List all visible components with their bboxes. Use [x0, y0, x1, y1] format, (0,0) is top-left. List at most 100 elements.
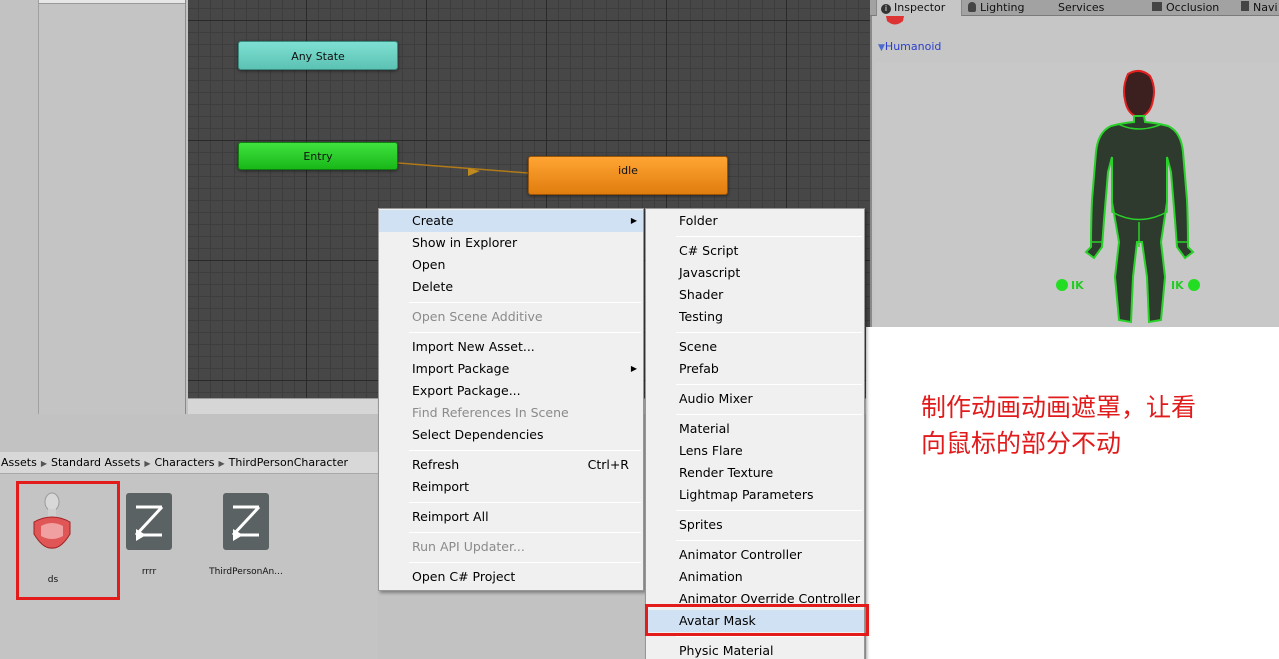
menu-item-run-api-updater: Run API Updater... [412, 539, 525, 554]
menu-divider [676, 332, 862, 333]
menu-item-show-in-explorer[interactable]: Show in Explorer [379, 232, 643, 254]
menu-divider [676, 510, 862, 511]
tab-inspector[interactable]: i Inspector [876, 0, 962, 16]
menu-item-open[interactable]: Open [379, 254, 643, 276]
menu-item-find-references: Find References In Scene [412, 405, 569, 420]
menu-item-animation[interactable]: Animation [646, 566, 864, 588]
inspector-tab-bar: i Inspector Lighting Services Occlusion N… [870, 0, 1279, 16]
menu-item-delete[interactable]: Delete [379, 276, 643, 298]
menu-item-animator-controller[interactable]: Animator Controller [646, 544, 864, 566]
occlusion-icon [1152, 2, 1162, 11]
menu-label: Create [412, 213, 454, 228]
asset-label: ds [47, 575, 59, 585]
tab-label: Inspector [894, 1, 946, 14]
menu-divider [409, 332, 641, 333]
humanoid-label: Humanoid [884, 40, 942, 53]
left-panel [0, 0, 36, 414]
menu-divider [676, 414, 862, 415]
panel-top-bar [39, 0, 185, 4]
menu-item-import-new-asset[interactable]: Import New Asset... [379, 336, 643, 358]
menu-label: Import Package [412, 361, 510, 376]
menu-divider [409, 562, 641, 563]
avatar-mask-icon [886, 16, 904, 25]
tab-label: Occlusion [1166, 1, 1220, 14]
annotation-text: 制作动画动画遮罩，让看 向鼠标的部分不动 [921, 390, 1261, 462]
tab-label: Services [1058, 1, 1105, 14]
menu-item-create[interactable]: Create ▶ [379, 210, 643, 232]
breadcrumb-assets[interactable]: Assets [1, 456, 37, 469]
chevron-right-icon: ▶ [144, 459, 151, 468]
menu-divider [409, 302, 641, 303]
avatar-mask-icon [33, 492, 71, 549]
menu-item-testing[interactable]: Testing [646, 306, 864, 328]
annotation-line-2: 向鼠标的部分不动 [921, 429, 1122, 458]
tab-label: Navi [1253, 1, 1278, 14]
menu-item-scene[interactable]: Scene [646, 336, 864, 358]
menu-label: Refresh [412, 457, 460, 472]
menu-divider [676, 636, 862, 637]
menu-item-lens-flare[interactable]: Lens Flare [646, 440, 864, 462]
tab-occlusion[interactable]: Occlusion [1148, 0, 1236, 16]
menu-divider [676, 384, 862, 385]
menu-item-javascript[interactable]: Javascript [646, 262, 864, 284]
asset-thirdperson-animator[interactable]: ThirdPersonAn... [200, 493, 292, 577]
menu-item-prefab[interactable]: Prefab [646, 358, 864, 380]
annotation-line-1: 制作动画动画遮罩，让看 [921, 393, 1197, 422]
head-region[interactable] [1123, 70, 1155, 117]
left-ik-dot[interactable] [1056, 279, 1068, 291]
menu-item-export-package[interactable]: Export Package... [379, 380, 643, 402]
navigation-icon [1241, 1, 1249, 11]
avatar-mask-highlight-box [645, 604, 869, 636]
breadcrumb-third-person[interactable]: ThirdPersonCharacter [229, 456, 348, 469]
breadcrumb-characters[interactable]: Characters [154, 456, 214, 469]
annotation-area [866, 327, 1279, 659]
chevron-right-icon: ▶ [218, 459, 225, 468]
animator-controller-icon [223, 493, 269, 550]
tab-navigation[interactable]: Navi [1237, 0, 1279, 16]
submenu-arrow-icon: ▶ [630, 216, 637, 225]
menu-item-lightmap-parameters[interactable]: Lightmap Parameters [646, 484, 864, 506]
submenu-arrow-icon: ▶ [630, 364, 637, 373]
menu-item-material[interactable]: Material [646, 418, 864, 440]
any-state-node[interactable]: Any State [238, 41, 398, 70]
breadcrumb: Assets ▶ Standard Assets ▶ Characters ▶ ThirdP… [0, 452, 378, 474]
menu-item-sprites[interactable]: Sprites [646, 514, 864, 536]
menu-item-shader[interactable]: Shader [646, 284, 864, 306]
menu-divider [676, 540, 862, 541]
asset-rrrr[interactable]: rrrr [120, 493, 178, 577]
menu-item-open-csharp-project[interactable]: Open C# Project [379, 566, 643, 588]
humanoid-foldout[interactable]: ▼Humanoid [878, 40, 941, 53]
transition-arrow[interactable] [398, 155, 538, 185]
entry-node[interactable]: Entry [238, 142, 398, 170]
triangle-down-icon: ▼ [878, 43, 885, 53]
menu-item-folder[interactable]: Folder [646, 210, 864, 232]
asset-label: rrrr [141, 567, 157, 577]
menu-item-import-package[interactable]: Import Package ▶ [379, 358, 643, 380]
menu-item-open-scene-additive: Open Scene Additive [412, 309, 543, 324]
menu-shortcut: Ctrl+R [587, 457, 629, 472]
tab-lighting[interactable]: Lighting [964, 0, 1050, 16]
humanoid-mask-view[interactable]: IK IK [875, 62, 1279, 327]
create-submenu: Folder C# Script Javascript Shader Testi… [645, 208, 865, 659]
menu-divider [676, 236, 862, 237]
chevron-right-icon: ▶ [40, 459, 47, 468]
menu-item-reimport-all[interactable]: Reimport All [379, 506, 643, 528]
breadcrumb-standard-assets[interactable]: Standard Assets [51, 456, 140, 469]
context-menu: Create ▶ Show in Explorer Open Delete Ope… [378, 208, 644, 591]
menu-item-reimport[interactable]: Reimport [379, 476, 643, 498]
animator-controller-icon [126, 493, 172, 550]
ik-left-label: IK [1071, 279, 1084, 292]
menu-item-physic-material[interactable]: Physic Material [646, 640, 864, 659]
idle-state-node[interactable]: idle [528, 156, 728, 195]
lightbulb-icon [968, 2, 976, 12]
menu-item-refresh[interactable]: Refresh Ctrl+R [379, 454, 643, 476]
right-ik-dot[interactable] [1188, 279, 1200, 291]
menu-item-select-dependencies[interactable]: Select Dependencies [379, 424, 643, 446]
asset-ds[interactable]: ds [16, 481, 120, 600]
menu-divider [409, 532, 641, 533]
tab-services[interactable]: Services [1054, 0, 1144, 16]
menu-item-render-texture[interactable]: Render Texture [646, 462, 864, 484]
tab-label: Lighting [980, 1, 1025, 14]
menu-item-csharp-script[interactable]: C# Script [646, 240, 864, 262]
menu-item-audio-mixer[interactable]: Audio Mixer [646, 388, 864, 410]
